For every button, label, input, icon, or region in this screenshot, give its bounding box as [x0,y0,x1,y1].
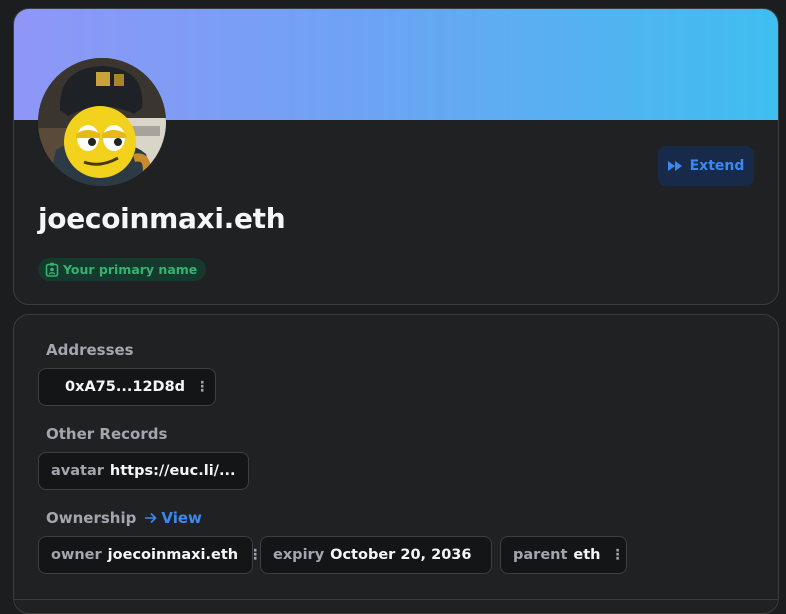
ownership-label: Ownership [46,509,137,527]
view-ownership-link[interactable]: View [144,509,202,527]
owner-chip[interactable]: owner joecoinmaxi.eth ⋮ [38,536,262,574]
parent-value: eth [573,547,601,563]
more-options-icon[interactable]: ⋮ [611,547,625,563]
avatar [38,58,166,186]
divider [14,599,778,600]
extend-button[interactable]: Extend [658,146,754,186]
expiry-chip[interactable]: expiry October 20, 2036 [260,536,492,574]
records-card: Addresses 0xA75...12D8d ⋮ Other Records … [13,314,779,614]
id-badge-icon [45,262,59,277]
primary-name-label: Your primary name [63,262,198,277]
profile-card: Extend joecoinmaxi.eth Your primary name [13,8,779,305]
ownership-heading: Ownership View [46,509,202,527]
avatar-image [38,58,166,186]
other-records-heading: Other Records [46,425,168,443]
parent-chip[interactable]: parent eth ⋮ [500,536,627,574]
eth-address-chip[interactable]: 0xA75...12D8d ⋮ [38,368,216,406]
owner-value: joecoinmaxi.eth [107,547,239,563]
extend-button-label: Extend [689,158,745,174]
avatar-record-chip[interactable]: avatar https://euc.li/... [38,452,249,490]
arrow-right-icon [145,512,157,524]
eth-address-value: 0xA75...12D8d [65,379,186,395]
fast-forward-icon [667,161,682,171]
avatar-record-key: avatar [51,463,104,479]
profile-name: joecoinmaxi.eth [38,202,286,235]
parent-key: parent [513,547,568,563]
expiry-value: October 20, 2036 [330,547,472,563]
more-options-icon[interactable]: ⋮ [195,379,209,395]
owner-key: owner [51,547,102,563]
expiry-key: expiry [273,547,325,563]
view-link-label: View [161,509,202,527]
addresses-heading: Addresses [46,341,134,359]
avatar-record-value: https://euc.li/... [109,463,236,479]
primary-name-badge: Your primary name [38,258,207,281]
